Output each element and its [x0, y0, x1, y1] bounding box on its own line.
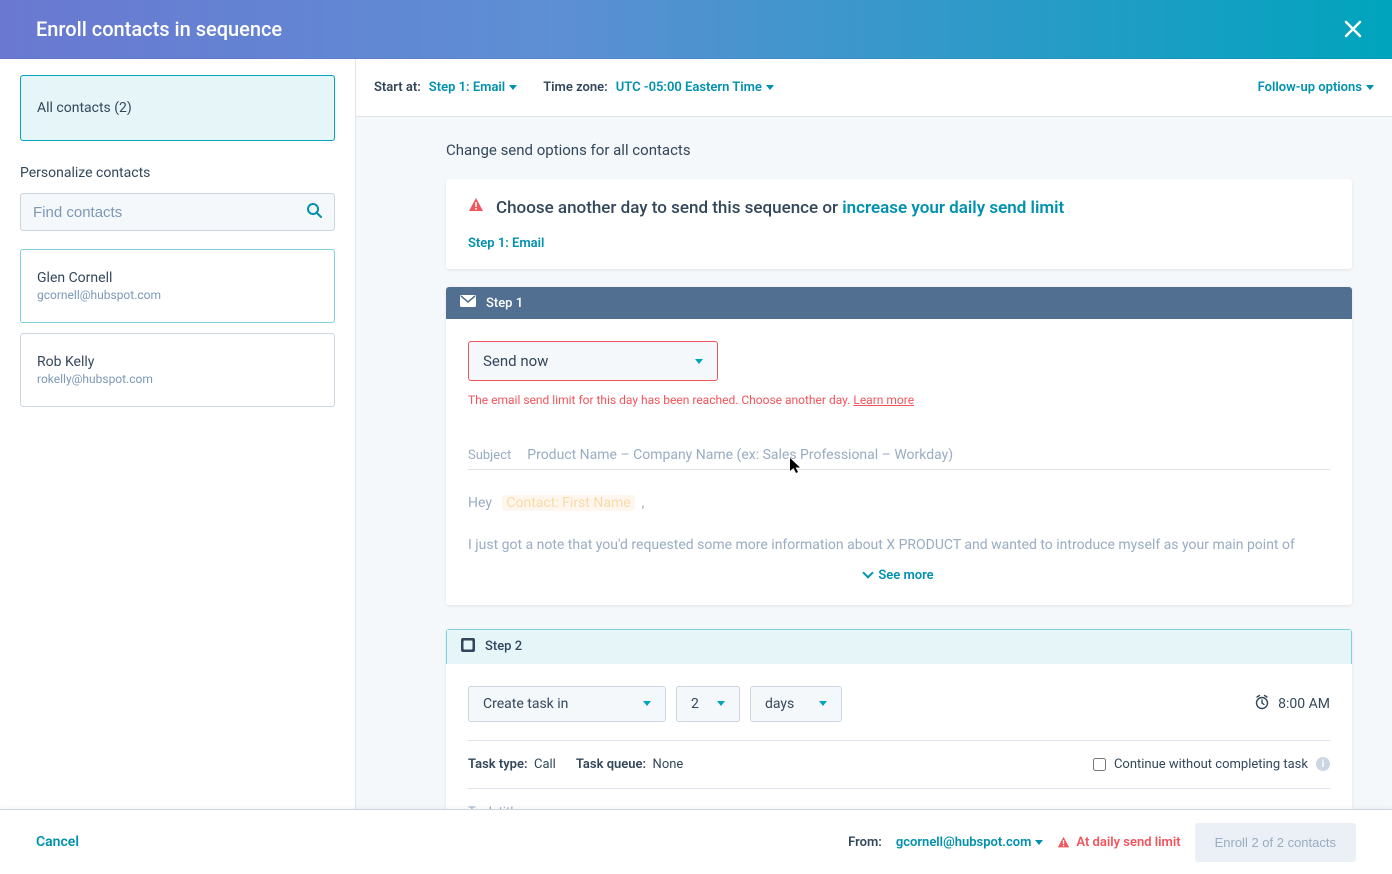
caret-down-icon — [509, 85, 517, 90]
send-time-select[interactable]: Send now — [468, 341, 718, 381]
from-label: From: — [848, 835, 882, 850]
chevron-down-icon — [863, 567, 874, 578]
caret-down-icon — [717, 701, 725, 706]
task-icon — [461, 638, 475, 656]
subject-value: Product Name – Company Name (ex: Sales P… — [527, 447, 953, 463]
task-title-placeholder[interactable]: Task title — [468, 788, 1330, 809]
caret-down-icon — [643, 701, 651, 706]
caret-down-icon — [766, 85, 774, 90]
task-delay-unit[interactable]: days — [750, 686, 842, 722]
caret-down-icon — [1035, 840, 1043, 845]
options-toolbar: Start at: Step 1: Email Time zone: UTC -… — [356, 59, 1392, 117]
task-queue-label: Task queue: — [576, 757, 646, 772]
contact-name: Rob Kelly — [37, 354, 318, 370]
enroll-button[interactable]: Enroll 2 of 2 contacts — [1195, 823, 1356, 862]
search-box[interactable] — [20, 193, 335, 231]
merge-token: Contact: First Name — [502, 495, 634, 511]
task-type-value: Call — [534, 757, 556, 772]
caret-down-icon — [1366, 85, 1374, 90]
see-more-toggle[interactable]: See more — [468, 568, 1330, 583]
task-delay-number[interactable]: 2 — [676, 686, 740, 722]
step2-label: Step 2 — [485, 639, 522, 654]
subtitle: Change send options for all contacts — [446, 141, 1352, 159]
sidebar: All contacts (2) Personalize contacts Gl… — [0, 59, 356, 809]
content-panel: Start at: Step 1: Email Time zone: UTC -… — [356, 59, 1392, 809]
send-limit-warning: At daily send limit — [1057, 835, 1180, 850]
cancel-button[interactable]: Cancel — [36, 834, 79, 850]
step1-header: Step 1 — [446, 287, 1352, 319]
followup-options[interactable]: Follow-up options — [1258, 80, 1374, 95]
search-icon[interactable] — [306, 202, 322, 222]
learn-more-link[interactable]: Learn more — [853, 393, 914, 407]
start-at-label: Start at: — [374, 80, 421, 95]
email-icon — [460, 295, 476, 311]
subject-label: Subject — [468, 448, 511, 463]
close-icon[interactable] — [1338, 14, 1368, 44]
modal-header: Enroll contacts in sequence — [0, 0, 1392, 59]
continue-checkbox[interactable] — [1093, 758, 1106, 771]
task-type-label: Task type: — [468, 757, 528, 772]
warning-card: Choose another day to send this sequence… — [446, 179, 1352, 269]
footer-bar: Cancel From: gcornell@hubspot.com At dai… — [0, 809, 1392, 874]
personalize-heading: Personalize contacts — [20, 165, 335, 181]
step2-card: Step 2 Create task in 2 — [446, 629, 1352, 809]
increase-limit-link[interactable]: increase your daily send limit — [842, 198, 1064, 218]
modal-title: Enroll contacts in sequence — [36, 17, 282, 41]
warning-icon — [468, 197, 484, 218]
step1-label: Step 1 — [486, 296, 523, 311]
contact-name: Glen Cornell — [37, 270, 318, 286]
create-task-select[interactable]: Create task in — [468, 686, 666, 722]
email-body-preview: Hey Contact: First Name , I just got a n… — [468, 470, 1330, 558]
error-text: The email send limit for this day has be… — [468, 393, 853, 407]
contact-email: gcornell@hubspot.com — [37, 288, 318, 302]
caret-down-icon — [819, 701, 827, 706]
contact-email: rokelly@hubspot.com — [37, 372, 318, 386]
step2-header: Step 2 — [446, 629, 1352, 664]
caret-down-icon — [695, 359, 703, 364]
clock-icon — [1254, 694, 1270, 714]
from-email-select[interactable]: gcornell@hubspot.com — [896, 835, 1044, 850]
all-contacts-tab[interactable]: All contacts (2) — [20, 75, 335, 141]
warning-text: Choose another day to send this sequence… — [496, 198, 842, 218]
task-queue-value: None — [653, 757, 684, 772]
step1-card: Step 1 Send now The email send limit for… — [446, 287, 1352, 605]
start-at-select[interactable]: Step 1: Email — [429, 80, 517, 95]
info-icon[interactable]: i — [1316, 757, 1330, 771]
timezone-label: Time zone: — [543, 80, 608, 95]
search-input[interactable] — [33, 204, 306, 221]
contact-card[interactable]: Glen Cornell gcornell@hubspot.com — [20, 249, 335, 323]
warning-step-link[interactable]: Step 1: Email — [468, 236, 1330, 251]
timezone-select[interactable]: UTC -05:00 Eastern Time — [616, 80, 774, 95]
continue-label: Continue without completing task — [1114, 757, 1308, 772]
all-contacts-label: All contacts (2) — [37, 100, 132, 116]
contact-card[interactable]: Rob Kelly rokelly@hubspot.com — [20, 333, 335, 407]
task-time[interactable]: 8:00 AM — [1254, 694, 1330, 714]
